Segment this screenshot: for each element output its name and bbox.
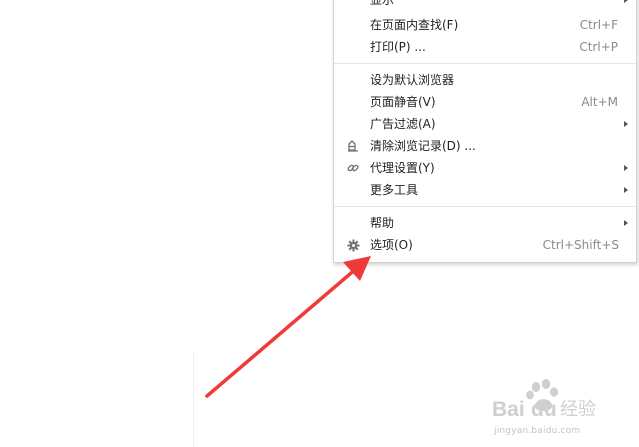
menu-item-label: 在页面内查找(F) (370, 18, 459, 32)
gear-icon (346, 234, 360, 256)
link-icon (346, 157, 360, 179)
menu-item-label: 代理设置(Y) (370, 161, 435, 175)
menu-item-more-tools[interactable]: 更多工具 (334, 179, 636, 201)
menu-item-label: 广告过滤(A) (370, 117, 436, 131)
menu-item-label: 打印(P) ... (370, 40, 426, 54)
menu-item-options[interactable]: 选项(O) Ctrl+Shift+S (334, 234, 636, 256)
menu-item-mute-page[interactable]: 页面静音(V) Alt+M (334, 91, 636, 113)
menu-separator (334, 206, 636, 207)
browser-main-menu: 显示 在页面内查找(F) Ctrl+F 打印(P) ... Ctrl+P 设为默… (333, 0, 637, 263)
menu-item-shortcut: Ctrl+P (579, 40, 618, 54)
menu-item-label: 更多工具 (370, 183, 419, 197)
menu-item-find-in-page[interactable]: 在页面内查找(F) Ctrl+F (334, 14, 636, 36)
divider (193, 352, 194, 447)
baidu-jingyan-watermark: Bai du 经验 jingyan.baidu.com (490, 378, 630, 444)
submenu-arrow-icon (624, 0, 628, 3)
menu-item-proxy-settings[interactable]: 代理设置(Y) (334, 157, 636, 179)
baidu-paw-logo-icon: Bai du 经验 (492, 379, 596, 421)
submenu-arrow-icon (624, 165, 628, 171)
eraser-icon (346, 135, 360, 157)
browser-page: 显示 在页面内查找(F) Ctrl+F 打印(P) ... Ctrl+P 设为默… (0, 0, 639, 447)
submenu-arrow-icon (624, 121, 628, 127)
svg-text:经验: 经验 (560, 399, 596, 420)
svg-text:Bai: Bai (492, 398, 525, 421)
menu-item-label: 帮助 (370, 216, 395, 230)
menu-separator (334, 63, 636, 64)
menu-item-set-default-browser[interactable]: 设为默认浏览器 (334, 69, 636, 91)
menu-item-shortcut: Ctrl+Shift+S (542, 238, 619, 252)
menu-item-help[interactable]: 帮助 (334, 212, 636, 234)
menu-item-display[interactable]: 显示 (334, 0, 636, 11)
menu-item-label: 设为默认浏览器 (370, 73, 455, 87)
menu-item-label: 选项(O) (370, 238, 413, 252)
menu-item-print[interactable]: 打印(P) ... Ctrl+P (334, 36, 636, 58)
submenu-arrow-icon (624, 187, 628, 193)
menu-item-label: 页面静音(V) (370, 95, 436, 109)
watermark-url: jingyan.baidu.com (494, 426, 581, 436)
submenu-arrow-icon (624, 220, 628, 226)
menu-item-clear-history[interactable]: 清除浏览记录(D) ... (334, 135, 636, 157)
menu-item-ad-filter[interactable]: 广告过滤(A) (334, 113, 636, 135)
menu-item-label: 清除浏览记录(D) ... (370, 139, 476, 153)
menu-item-shortcut: Ctrl+F (579, 18, 618, 32)
svg-text:du: du (531, 398, 557, 421)
menu-item-label: 显示 (370, 0, 395, 7)
menu-item-shortcut: Alt+M (581, 95, 618, 109)
